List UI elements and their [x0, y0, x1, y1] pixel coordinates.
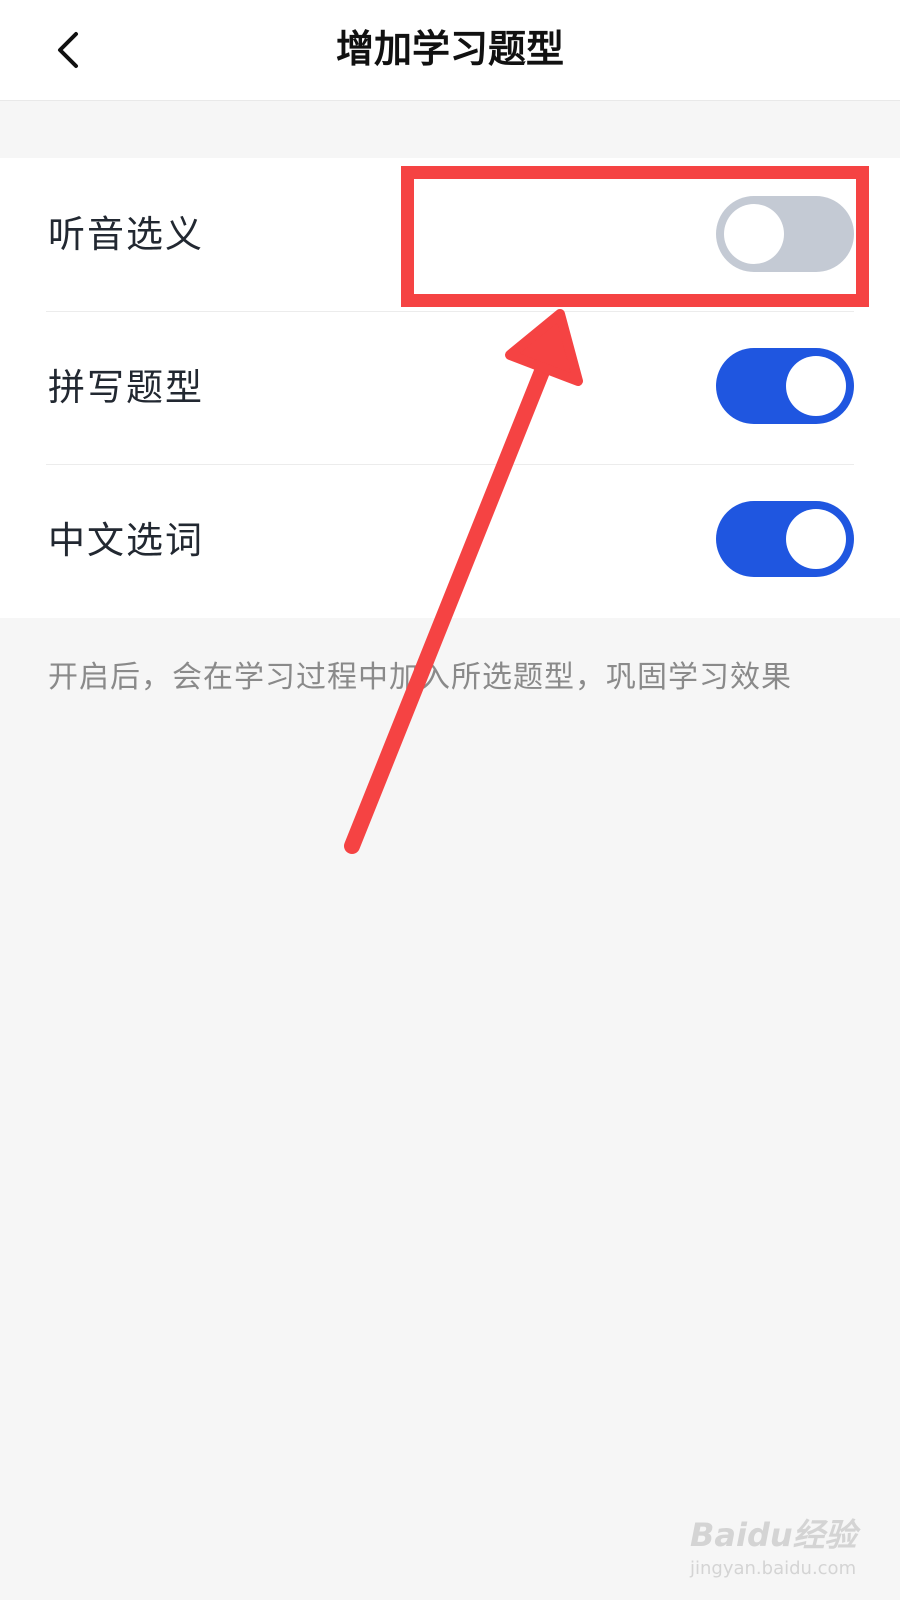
toggle-knob: [786, 509, 846, 569]
setting-label: 听音选义: [48, 213, 204, 256]
watermark-url: jingyan.baidu.com: [690, 1558, 857, 1579]
annotation-highlight-box: [401, 166, 869, 307]
page: 增加学习题型 听音选义 拼写题型 中文选词 开启后，会在学习过程中加入所选题型，…: [0, 0, 900, 1600]
page-title: 增加学习题型: [335, 27, 564, 71]
hint-text: 开启后，会在学习过程中加入所选题型，巩固学习效果: [48, 660, 792, 695]
setting-row-chinese-choose-word: 中文选词: [0, 464, 900, 617]
toggle-knob: [786, 356, 846, 416]
toggle-switch-chinese-choose-word[interactable]: [716, 501, 854, 577]
setting-row-spelling: 拼写题型: [0, 311, 900, 464]
top-bar: 增加学习题型: [0, 0, 900, 101]
watermark: Baidu经验 jingyan.baidu.com: [690, 1510, 870, 1580]
toggle-switch-spelling[interactable]: [716, 348, 854, 424]
setting-label: 中文选词: [48, 519, 204, 562]
watermark-logo: Baidu经验: [690, 1516, 857, 1554]
setting-label: 拼写题型: [48, 366, 204, 409]
